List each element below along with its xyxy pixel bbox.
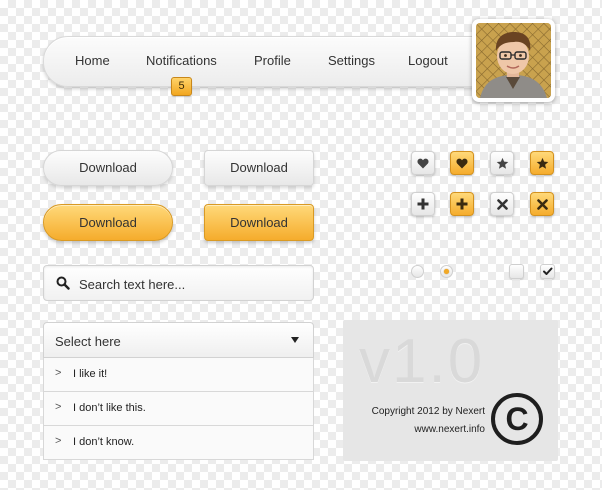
list-item-label: I don’t like this. xyxy=(73,402,146,414)
star-icon xyxy=(536,157,548,169)
avatar-photo xyxy=(476,23,551,98)
download-button-yellow-rect[interactable]: Download xyxy=(204,204,314,241)
dropdown-arrow-icon xyxy=(291,337,299,343)
nav-item-logout[interactable]: Logout xyxy=(408,53,448,68)
checkbox-checked[interactable] xyxy=(540,264,555,279)
checkbox-unchecked[interactable] xyxy=(509,264,524,279)
radio-button-checked[interactable] xyxy=(440,265,453,278)
avatar[interactable] xyxy=(472,19,555,102)
plus-icon xyxy=(417,198,429,210)
chevron-right-icon: > xyxy=(55,367,62,379)
copyright-symbol-icon: C xyxy=(491,393,543,445)
plus-button-grey[interactable] xyxy=(411,192,435,216)
copyright-text: Copyright 2012 by Nexert xyxy=(371,406,485,417)
list-item[interactable]: > I don’t like this. xyxy=(43,392,314,426)
heart-icon xyxy=(456,158,468,168)
plus-icon xyxy=(456,198,468,210)
list-item[interactable]: > I don’t know. xyxy=(43,426,314,460)
list-item[interactable]: > I like it! xyxy=(43,358,314,392)
list-item-label: I like it! xyxy=(73,368,108,380)
star-button-grey[interactable] xyxy=(490,151,514,175)
radio-button-unchecked[interactable] xyxy=(411,265,424,278)
nav-item-home[interactable]: Home xyxy=(75,53,110,68)
version-label: v1.0 xyxy=(359,327,485,396)
svg-text:C: C xyxy=(505,401,528,437)
version-card: v1.0 Copyright 2012 by Nexert www.nexert… xyxy=(343,320,558,461)
nav-item-notifications[interactable]: Notifications xyxy=(146,53,217,68)
list-item-label: I don’t know. xyxy=(73,436,135,448)
website-link[interactable]: www.nexert.info xyxy=(414,424,485,435)
close-button-grey[interactable] xyxy=(490,192,514,216)
plus-button-yellow[interactable] xyxy=(450,192,474,216)
nav-item-settings[interactable]: Settings xyxy=(328,53,375,68)
close-button-yellow[interactable] xyxy=(530,192,554,216)
search-input[interactable] xyxy=(79,275,299,293)
download-button-yellow-pill[interactable]: Download xyxy=(43,204,173,241)
heart-button-grey[interactable] xyxy=(411,151,435,175)
star-icon xyxy=(496,157,508,169)
select-label: Select here xyxy=(55,334,121,349)
chevron-right-icon: > xyxy=(55,401,62,413)
download-button-grey-rect[interactable]: Download xyxy=(204,150,314,186)
chevron-right-icon: > xyxy=(55,435,62,447)
checkmark-icon xyxy=(543,267,553,275)
heart-icon xyxy=(417,158,429,168)
notification-count-badge: 5 xyxy=(171,77,192,96)
search-box xyxy=(43,265,314,301)
heart-button-yellow[interactable] xyxy=(450,151,474,175)
select-dropdown[interactable]: Select here xyxy=(43,322,314,358)
nav-item-profile[interactable]: Profile xyxy=(254,53,291,68)
download-button-grey-pill[interactable]: Download xyxy=(43,150,173,186)
star-button-yellow[interactable] xyxy=(530,151,554,175)
close-icon xyxy=(496,198,508,210)
radio-selected-dot xyxy=(444,269,449,274)
search-icon xyxy=(56,276,70,290)
close-icon xyxy=(536,198,548,210)
